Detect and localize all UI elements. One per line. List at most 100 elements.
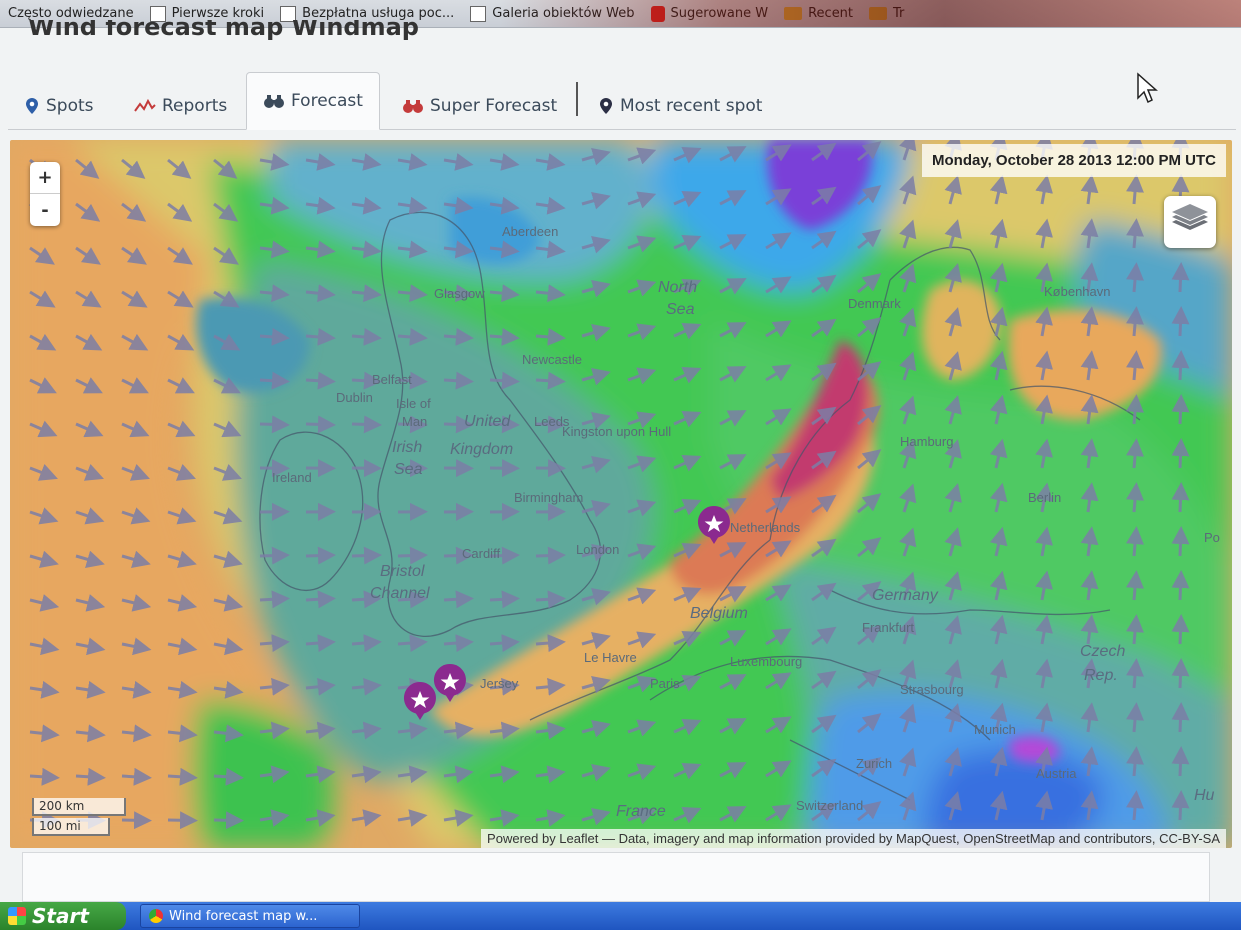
tab-super-forecast[interactable]: Super Forecast: [402, 84, 557, 128]
wind-arrow: [1126, 526, 1144, 557]
start-button[interactable]: Start: [0, 902, 126, 930]
wind-arrow: [1171, 570, 1190, 601]
wind-arrow: [1171, 482, 1190, 513]
wind-arrow: [259, 546, 290, 565]
wind-arrow: [1126, 262, 1144, 293]
start-label: Start: [32, 904, 89, 928]
wind-arrow: [1171, 658, 1190, 689]
wind-arrow: [1171, 746, 1190, 777]
wind-arrow: [1171, 614, 1190, 645]
wind-arrow: [397, 634, 428, 653]
svg-text:København: København: [1044, 284, 1111, 299]
tab-bar: Spots Reports Forecast Super Forecast Mo…: [8, 70, 1236, 130]
svg-text:Ireland: Ireland: [272, 470, 312, 485]
wind-arrow: [351, 327, 382, 346]
svg-text:Switzerland: Switzerland: [796, 798, 863, 813]
wind-arrow: [1126, 350, 1144, 381]
svg-text:Le Havre: Le Havre: [584, 650, 637, 665]
browser-icon: [149, 909, 163, 923]
scale-bar: 200 km 100 mi: [32, 796, 126, 836]
wind-arrow: [75, 767, 106, 786]
svg-text:Belfast: Belfast: [372, 372, 412, 387]
wind-arrow: [489, 590, 520, 609]
wind-arrow: [397, 327, 428, 346]
svg-text:Germany: Germany: [872, 587, 939, 604]
location-pin-icon: [26, 98, 38, 114]
svg-text:Newcastle: Newcastle: [522, 352, 582, 367]
wind-arrow: [535, 634, 566, 653]
wind-arrow: [351, 415, 382, 434]
svg-text:Zurich: Zurich: [856, 756, 892, 771]
tab-forecast[interactable]: Forecast: [246, 72, 380, 130]
zoom-control: + -: [30, 162, 60, 226]
location-pin-dark-icon: [600, 98, 612, 114]
wind-arrow: [1126, 658, 1144, 689]
wind-arrow: [259, 371, 290, 390]
bookmark-folder-tr[interactable]: Tr: [861, 0, 912, 27]
folder-icon: [869, 7, 888, 20]
wind-arrow: [1126, 394, 1144, 425]
wind-arrow: [1171, 526, 1190, 557]
wind-arrow: [1126, 218, 1144, 249]
wind-arrow: [1126, 174, 1144, 205]
wind-arrow: [1126, 482, 1144, 513]
wind-arrow: [1126, 702, 1144, 733]
wind-arrow: [535, 546, 566, 565]
folder-icon: [784, 7, 803, 20]
wind-arrow: [1126, 746, 1144, 777]
wind-arrow: [351, 634, 382, 653]
bookmark-suggested[interactable]: Sugerowane W: [643, 0, 777, 27]
tab-most-recent-spot[interactable]: Most recent spot: [598, 84, 762, 128]
tab-reports[interactable]: Reports: [134, 84, 227, 128]
svg-text:United: United: [464, 413, 511, 430]
tab-spots[interactable]: Spots: [24, 84, 94, 128]
wind-map[interactable]: North Sea Denmark Ireland Irish Sea Isle…: [10, 140, 1232, 848]
zoom-in-button[interactable]: +: [30, 162, 60, 194]
wind-arrow: [1126, 438, 1144, 469]
wind-arrow: [305, 371, 336, 390]
taskbar: Start Wind forecast map w...: [0, 902, 1241, 930]
svg-text:Frankfurt: Frankfurt: [862, 620, 914, 635]
svg-text:Kingston upon Hull: Kingston upon Hull: [562, 424, 671, 439]
svg-text:Channel: Channel: [370, 585, 430, 602]
zoom-out-button[interactable]: -: [30, 194, 60, 226]
wind-arrow: [305, 415, 336, 434]
svg-text:Strasbourg: Strasbourg: [900, 682, 964, 697]
bookmark-label: Często odwiedzane: [8, 6, 134, 21]
binoculars-icon: [264, 95, 284, 108]
tab-label: Most recent spot: [620, 96, 763, 116]
tab-label: Super Forecast: [430, 96, 558, 116]
lower-panel: [22, 852, 1210, 902]
svg-text:Jersey: Jersey: [480, 676, 519, 691]
wind-arrow: [305, 634, 336, 653]
svg-text:Munich: Munich: [974, 722, 1016, 737]
svg-text:Po: Po: [1204, 530, 1220, 545]
tab-label: Spots: [46, 96, 94, 116]
bookmark-label: Recent: [808, 6, 854, 21]
layers-button[interactable]: [1164, 196, 1216, 248]
wind-arrow: [259, 634, 290, 653]
page-icon: [470, 5, 487, 22]
svg-text:Birmingham: Birmingham: [514, 490, 583, 505]
bookmark-web-gallery[interactable]: Galeria obiektów Web: [462, 0, 642, 27]
wind-arrow: [259, 415, 290, 434]
wind-arrow: [121, 767, 152, 786]
bookmark-recent[interactable]: Recent: [776, 0, 861, 27]
taskbar-window-button[interactable]: Wind forecast map w...: [140, 904, 360, 928]
wind-arrow: [489, 327, 520, 346]
wind-arrow: [489, 371, 520, 390]
binoculars-red-icon: [403, 100, 423, 113]
wind-arrow: [305, 590, 336, 609]
svg-text:Paris: Paris: [650, 676, 680, 691]
bookmark-label: Tr: [893, 6, 905, 21]
wind-arrow: [1171, 790, 1190, 821]
svg-text:Denmark: Denmark: [848, 296, 901, 311]
wind-arrow: [259, 590, 290, 609]
svg-text:Berlin: Berlin: [1028, 490, 1061, 505]
bookmark-label: Galeria obiektów Web: [492, 6, 635, 21]
scale-mi: 100 mi: [32, 818, 110, 836]
svg-text:Rep.: Rep.: [1084, 667, 1118, 684]
svg-text:Hamburg: Hamburg: [900, 434, 953, 449]
wind-arrow: [1126, 790, 1144, 821]
wind-arrow: [443, 590, 474, 609]
